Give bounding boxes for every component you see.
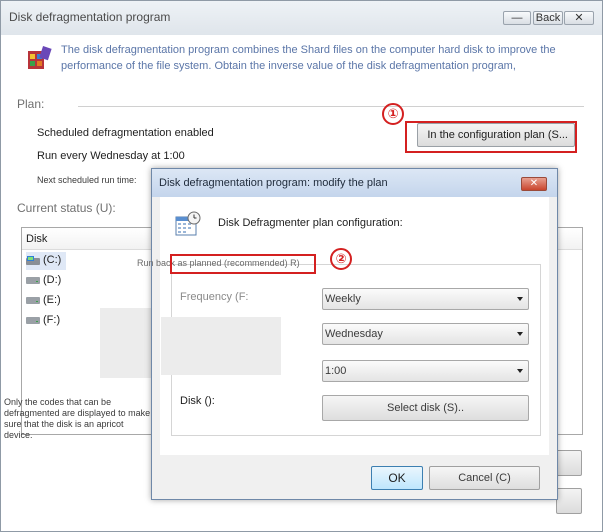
frequency-value: Weekly (325, 293, 361, 305)
chevron-down-icon (517, 332, 523, 336)
drive-label: (C:) (43, 254, 62, 266)
hard-drive-icon (26, 317, 40, 324)
current-status-label: Current status (U): (17, 201, 116, 215)
hard-drive-icon (26, 297, 40, 304)
main-titlebar: Disk defragmentation program — Back ✕ (1, 1, 602, 35)
select-disk-button[interactable]: Select disk (S).. (322, 395, 529, 421)
frequency-select[interactable]: Weekly (322, 288, 529, 310)
day-select[interactable]: Wednesday (322, 323, 529, 345)
hard-drive-icon (26, 277, 40, 284)
drive-label: (E:) (43, 294, 61, 306)
redacted-area (161, 317, 281, 375)
annotation-box-1 (405, 121, 577, 153)
defrag-app-icon (28, 46, 52, 69)
frequency-label: Frequency (F: (180, 291, 249, 303)
dialog-heading: Disk Defragmenter plan configuration: (218, 217, 403, 229)
time-select[interactable]: 1:00 (322, 360, 529, 382)
calendar-clock-icon (175, 211, 201, 236)
ok-button[interactable]: OK (371, 466, 423, 490)
scheduled-status: Scheduled defragmentation enabled (37, 127, 214, 139)
disk-label: Disk (): (180, 395, 215, 407)
defrag-note: Only the codes that can be defragmented … (4, 397, 151, 440)
dialog-close-button[interactable]: ✕ (521, 177, 547, 191)
next-run-label: Next scheduled run time: (37, 175, 137, 185)
drive-label: (F:) (43, 314, 61, 326)
window-title: Disk defragmentation program (9, 10, 171, 24)
dialog-title: Disk defragmentation program: modify the… (159, 177, 388, 189)
plan-divider (78, 106, 584, 107)
redacted-area (100, 308, 152, 378)
disk-column-label: Disk (26, 233, 48, 245)
list-item[interactable]: (C:) (26, 252, 66, 270)
description-text: The disk defragmentation program combine… (61, 44, 556, 72)
day-value: Wednesday (325, 328, 383, 340)
close-button[interactable]: ✕ (564, 11, 594, 25)
drive-label: (D:) (43, 274, 62, 286)
cancel-button[interactable]: Cancel (C) (429, 466, 540, 490)
main-close-button[interactable] (556, 488, 582, 514)
back-button[interactable]: Back (533, 11, 563, 25)
chevron-down-icon (517, 369, 523, 373)
annotation-box-2 (170, 254, 316, 274)
run-schedule: Run every Wednesday at 1:00 (37, 150, 185, 162)
main-action-button[interactable] (556, 450, 582, 476)
annotation-marker-1: ① (382, 103, 404, 125)
chevron-down-icon (517, 297, 523, 301)
plan-label: Plan: (17, 97, 45, 111)
time-value: 1:00 (325, 365, 347, 377)
dialog-titlebar: Disk defragmentation program: modify the… (152, 169, 557, 197)
minimize-button[interactable]: — (503, 11, 531, 25)
system-drive-icon (26, 256, 40, 265)
annotation-marker-2: ② (330, 248, 352, 270)
